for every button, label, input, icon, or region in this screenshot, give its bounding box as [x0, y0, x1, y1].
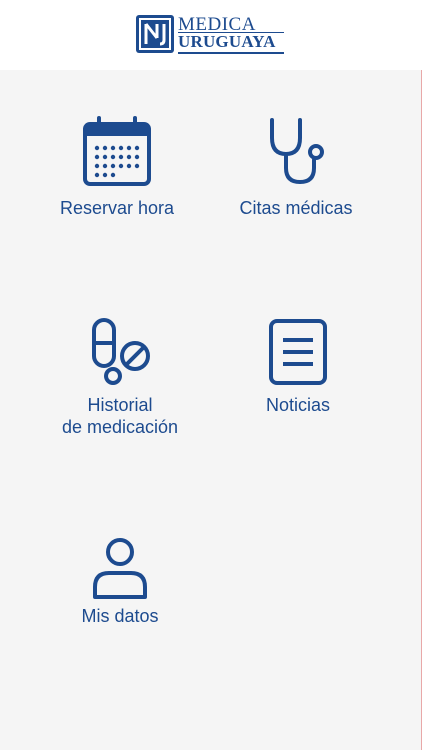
user-icon [93, 538, 147, 599]
logo-underline [178, 52, 284, 54]
menu-item-mis-datos[interactable]: Mis datos [20, 537, 220, 627]
menu-item-label: Historial de medicación [61, 395, 179, 437]
menu-item-noticias[interactable]: Noticias [198, 318, 398, 416]
menu-item-historial-medicacion[interactable]: Historial de medicación [20, 318, 220, 438]
logo-mark-icon [136, 15, 174, 53]
pills-icon [92, 318, 150, 385]
medica-uruguaya-logo: MEDICA URUGUAYA [135, 12, 287, 56]
document-icon [269, 319, 327, 385]
stethoscope-icon [270, 118, 324, 185]
menu-item-label: Reservar hora [59, 198, 175, 218]
menu-item-label: Mis datos [81, 606, 159, 626]
menu-item-citas-medicas[interactable]: Citas médicas [196, 116, 396, 219]
logo-line-uruguaya: URUGUAYA [178, 32, 276, 51]
logo-divider [178, 32, 284, 33]
menu-item-reservar-hora[interactable]: Reservar hora [17, 116, 217, 219]
menu-item-label: Noticias [265, 395, 331, 415]
app-header: MEDICA URUGUAYA [0, 0, 422, 70]
calendar-icon [83, 116, 151, 186]
menu-item-label: Citas médicas [239, 198, 353, 218]
